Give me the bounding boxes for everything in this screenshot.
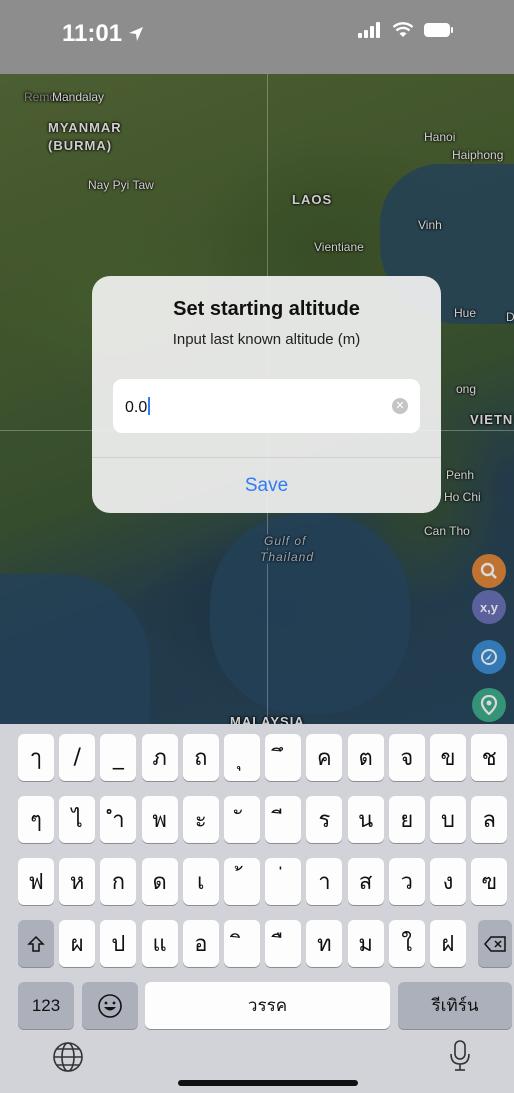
status-time: 11:01 — [62, 20, 144, 48]
letter-key[interactable]: อ — [182, 920, 219, 967]
altitude-input-value[interactable]: 0.0 — [125, 397, 151, 417]
save-button[interactable]: Save — [92, 458, 441, 513]
letter-key[interactable]: ่ — [265, 858, 302, 905]
text-caret — [148, 397, 151, 415]
letter-key[interactable]: พ — [141, 796, 178, 843]
letter-key[interactable]: ภ — [141, 734, 178, 781]
emoji-icon — [98, 993, 122, 1018]
letter-key[interactable]: ึ — [265, 734, 302, 781]
letter-key[interactable]: ด — [141, 858, 178, 905]
letter-key[interactable]: จ — [388, 734, 425, 781]
altitude-dialog: Set starting altitude Input last known a… — [92, 276, 441, 513]
keyboard-row-1: ๅ/_ภถุึคตจขช — [0, 734, 514, 781]
emoji-key[interactable] — [82, 982, 138, 1029]
backspace-key[interactable] — [478, 920, 512, 967]
letter-key[interactable]: ๅ — [18, 734, 54, 781]
letter-key[interactable]: ฟ — [18, 858, 54, 905]
backspace-icon — [484, 935, 506, 952]
keyboard-row-3: ฟหกดเ้่าสวงฃ — [0, 858, 514, 905]
keyboard-row-2: ๆไำพะัีรนยบล — [0, 796, 514, 843]
letter-key[interactable]: ล — [471, 796, 508, 843]
altitude-input[interactable]: 0.0 ✕ — [112, 378, 421, 434]
keyboard-row-4: ผปแอิืทมใฝ — [0, 920, 514, 967]
letter-key[interactable]: ี — [265, 796, 302, 843]
battery-icon — [424, 23, 453, 37]
letter-key[interactable]: ก — [100, 858, 137, 905]
signal-icon — [358, 22, 380, 38]
microphone-icon[interactable] — [448, 1039, 472, 1073]
dialog-title: Set starting altitude — [173, 298, 360, 320]
clock-text: 11:01 — [62, 20, 123, 47]
letter-key[interactable]: / — [59, 734, 96, 781]
keyboard-row-5: 123 วรรค รีเทิร์น — [0, 982, 514, 1029]
letter-key[interactable]: ถ — [182, 734, 219, 781]
letter-key[interactable]: า — [306, 858, 343, 905]
letter-key[interactable]: ต — [347, 734, 384, 781]
letter-key[interactable]: ใ — [388, 920, 425, 967]
location-arrow-icon — [129, 27, 144, 41]
letter-key[interactable]: ฝ — [430, 920, 466, 967]
letter-key[interactable]: ย — [388, 796, 425, 843]
letter-key[interactable]: ้ — [224, 858, 260, 905]
status-bar: 11:01 — [0, 0, 514, 74]
letter-key[interactable]: น — [347, 796, 384, 843]
letter-key[interactable]: เ — [182, 858, 219, 905]
letter-key[interactable]: ุ — [224, 734, 260, 781]
letter-key[interactable]: _ — [100, 734, 137, 781]
letter-key[interactable]: ร — [306, 796, 343, 843]
letter-key[interactable]: ว — [388, 858, 425, 905]
letter-key[interactable]: ำ — [100, 796, 137, 843]
letter-key[interactable]: ะ — [182, 796, 219, 843]
letter-key[interactable]: ม — [347, 920, 384, 967]
letter-key[interactable]: ป — [100, 920, 137, 967]
letter-key[interactable]: แ — [141, 920, 178, 967]
status-icons — [358, 22, 454, 38]
letter-key[interactable]: ท — [306, 920, 343, 967]
letter-key[interactable]: ื — [265, 920, 302, 967]
return-key[interactable]: รีเทิร์น — [398, 982, 512, 1029]
space-key[interactable]: วรรค — [145, 982, 390, 1029]
letter-key[interactable]: ช — [471, 734, 508, 781]
letter-key[interactable]: ค — [306, 734, 343, 781]
letter-key[interactable]: บ — [430, 796, 466, 843]
dialog-subtitle: Input last known altitude (m) — [172, 331, 361, 348]
shift-key[interactable] — [18, 920, 54, 967]
home-indicator — [178, 1080, 358, 1086]
thai-keyboard: ๅ/_ภถุึคตจขช ๆไำพะัีรนยบล ฟหกดเ้่าสวงฃ ผ… — [0, 724, 514, 1093]
letter-key[interactable]: ผ — [59, 920, 96, 967]
letter-key[interactable]: ๆ — [18, 796, 54, 843]
letter-key[interactable]: ฃ — [471, 858, 508, 905]
letter-key[interactable]: ข — [430, 734, 466, 781]
letter-key[interactable]: ไ — [59, 796, 96, 843]
wifi-icon — [392, 22, 414, 37]
clear-text-icon[interactable]: ✕ — [392, 398, 408, 414]
letter-key[interactable]: ิ — [224, 920, 260, 967]
keyboard-bottom-bar — [0, 1037, 514, 1077]
shift-icon — [27, 935, 45, 952]
numbers-key[interactable]: 123 — [18, 982, 74, 1029]
letter-key[interactable]: ง — [430, 858, 466, 905]
letter-key[interactable]: ส — [347, 858, 384, 905]
letter-key[interactable]: ั — [224, 796, 260, 843]
letter-key[interactable]: ห — [59, 858, 96, 905]
globe-icon[interactable] — [52, 1041, 84, 1073]
